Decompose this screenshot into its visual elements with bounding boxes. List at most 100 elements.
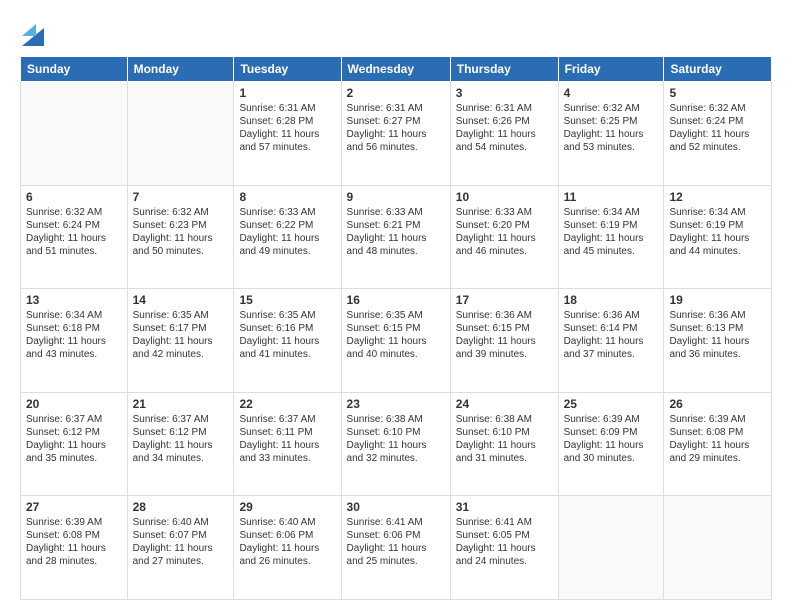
- sunrise-text: Sunrise: 6:32 AM: [564, 102, 659, 115]
- daylight-text: Daylight: 11 hours and 24 minutes.: [456, 542, 553, 568]
- calendar-cell: 23Sunrise: 6:38 AMSunset: 6:10 PMDayligh…: [341, 392, 450, 496]
- calendar-cell: 14Sunrise: 6:35 AMSunset: 6:17 PMDayligh…: [127, 289, 234, 393]
- sunset-text: Sunset: 6:09 PM: [564, 426, 659, 439]
- sunset-text: Sunset: 6:06 PM: [347, 529, 445, 542]
- day-number: 17: [456, 293, 553, 307]
- day-number: 9: [347, 190, 445, 204]
- sunrise-text: Sunrise: 6:40 AM: [133, 516, 229, 529]
- daylight-text: Daylight: 11 hours and 51 minutes.: [26, 232, 122, 258]
- daylight-text: Daylight: 11 hours and 35 minutes.: [26, 439, 122, 465]
- calendar-cell: 27Sunrise: 6:39 AMSunset: 6:08 PMDayligh…: [21, 496, 128, 600]
- sunset-text: Sunset: 6:10 PM: [347, 426, 445, 439]
- day-number: 25: [564, 397, 659, 411]
- calendar-cell: 25Sunrise: 6:39 AMSunset: 6:09 PMDayligh…: [558, 392, 664, 496]
- daylight-text: Daylight: 11 hours and 57 minutes.: [239, 128, 335, 154]
- sunset-text: Sunset: 6:16 PM: [239, 322, 335, 335]
- sunrise-text: Sunrise: 6:32 AM: [133, 206, 229, 219]
- sunset-text: Sunset: 6:21 PM: [347, 219, 445, 232]
- daylight-text: Daylight: 11 hours and 36 minutes.: [669, 335, 766, 361]
- sunrise-text: Sunrise: 6:34 AM: [669, 206, 766, 219]
- sunrise-text: Sunrise: 6:36 AM: [456, 309, 553, 322]
- day-number: 2: [347, 86, 445, 100]
- day-of-week-header: Sunday: [21, 57, 128, 82]
- daylight-text: Daylight: 11 hours and 29 minutes.: [669, 439, 766, 465]
- calendar-cell: 28Sunrise: 6:40 AMSunset: 6:07 PMDayligh…: [127, 496, 234, 600]
- day-number: 12: [669, 190, 766, 204]
- header: [20, 18, 772, 46]
- sunset-text: Sunset: 6:26 PM: [456, 115, 553, 128]
- sunrise-text: Sunrise: 6:33 AM: [347, 206, 445, 219]
- daylight-text: Daylight: 11 hours and 56 minutes.: [347, 128, 445, 154]
- sunset-text: Sunset: 6:12 PM: [133, 426, 229, 439]
- day-number: 8: [239, 190, 335, 204]
- calendar: SundayMondayTuesdayWednesdayThursdayFrid…: [20, 56, 772, 600]
- day-of-week-header: Saturday: [664, 57, 772, 82]
- sunset-text: Sunset: 6:14 PM: [564, 322, 659, 335]
- sunset-text: Sunset: 6:20 PM: [456, 219, 553, 232]
- sunrise-text: Sunrise: 6:37 AM: [239, 413, 335, 426]
- calendar-cell: 21Sunrise: 6:37 AMSunset: 6:12 PMDayligh…: [127, 392, 234, 496]
- daylight-text: Daylight: 11 hours and 27 minutes.: [133, 542, 229, 568]
- day-number: 19: [669, 293, 766, 307]
- daylight-text: Daylight: 11 hours and 48 minutes.: [347, 232, 445, 258]
- calendar-cell: 2Sunrise: 6:31 AMSunset: 6:27 PMDaylight…: [341, 82, 450, 186]
- daylight-text: Daylight: 11 hours and 45 minutes.: [564, 232, 659, 258]
- sunrise-text: Sunrise: 6:39 AM: [26, 516, 122, 529]
- calendar-cell: 13Sunrise: 6:34 AMSunset: 6:18 PMDayligh…: [21, 289, 128, 393]
- day-number: 7: [133, 190, 229, 204]
- daylight-text: Daylight: 11 hours and 39 minutes.: [456, 335, 553, 361]
- day-of-week-header: Friday: [558, 57, 664, 82]
- sunrise-text: Sunrise: 6:31 AM: [456, 102, 553, 115]
- sunrise-text: Sunrise: 6:34 AM: [564, 206, 659, 219]
- daylight-text: Daylight: 11 hours and 54 minutes.: [456, 128, 553, 154]
- day-number: 18: [564, 293, 659, 307]
- day-of-week-header: Monday: [127, 57, 234, 82]
- day-of-week-header: Thursday: [450, 57, 558, 82]
- sunrise-text: Sunrise: 6:33 AM: [456, 206, 553, 219]
- sunset-text: Sunset: 6:27 PM: [347, 115, 445, 128]
- sunrise-text: Sunrise: 6:34 AM: [26, 309, 122, 322]
- calendar-week-row: 6Sunrise: 6:32 AMSunset: 6:24 PMDaylight…: [21, 185, 772, 289]
- daylight-text: Daylight: 11 hours and 26 minutes.: [239, 542, 335, 568]
- header-row: SundayMondayTuesdayWednesdayThursdayFrid…: [21, 57, 772, 82]
- calendar-cell: 8Sunrise: 6:33 AMSunset: 6:22 PMDaylight…: [234, 185, 341, 289]
- sunset-text: Sunset: 6:28 PM: [239, 115, 335, 128]
- calendar-cell: [127, 82, 234, 186]
- sunset-text: Sunset: 6:13 PM: [669, 322, 766, 335]
- calendar-cell: 9 Sunrise: 6:33 AMSunset: 6:21 PMDaylight…: [341, 185, 450, 289]
- day-number: 14: [133, 293, 229, 307]
- sunrise-text: Sunrise: 6:32 AM: [26, 206, 122, 219]
- daylight-text: Daylight: 11 hours and 40 minutes.: [347, 335, 445, 361]
- calendar-week-row: 1Sunrise: 6:31 AMSunset: 6:28 PMDaylight…: [21, 82, 772, 186]
- day-number: 26: [669, 397, 766, 411]
- sunset-text: Sunset: 6:12 PM: [26, 426, 122, 439]
- day-number: 6: [26, 190, 122, 204]
- sunset-text: Sunset: 6:08 PM: [669, 426, 766, 439]
- calendar-cell: 31Sunrise: 6:41 AMSunset: 6:05 PMDayligh…: [450, 496, 558, 600]
- sunset-text: Sunset: 6:19 PM: [669, 219, 766, 232]
- calendar-cell: 12Sunrise: 6:34 AMSunset: 6:19 PMDayligh…: [664, 185, 772, 289]
- sunrise-text: Sunrise: 6:35 AM: [347, 309, 445, 322]
- day-number: 16: [347, 293, 445, 307]
- daylight-text: Daylight: 11 hours and 49 minutes.: [239, 232, 335, 258]
- sunrise-text: Sunrise: 6:38 AM: [456, 413, 553, 426]
- day-of-week-header: Wednesday: [341, 57, 450, 82]
- sunrise-text: Sunrise: 6:41 AM: [347, 516, 445, 529]
- sunset-text: Sunset: 6:18 PM: [26, 322, 122, 335]
- calendar-cell: 7Sunrise: 6:32 AMSunset: 6:23 PMDaylight…: [127, 185, 234, 289]
- sunrise-text: Sunrise: 6:41 AM: [456, 516, 553, 529]
- daylight-text: Daylight: 11 hours and 41 minutes.: [239, 335, 335, 361]
- sunset-text: Sunset: 6:19 PM: [564, 219, 659, 232]
- calendar-cell: 17Sunrise: 6:36 AMSunset: 6:15 PMDayligh…: [450, 289, 558, 393]
- sunrise-text: Sunrise: 6:38 AM: [347, 413, 445, 426]
- sunset-text: Sunset: 6:08 PM: [26, 529, 122, 542]
- day-number: 31: [456, 500, 553, 514]
- calendar-cell: 1Sunrise: 6:31 AMSunset: 6:28 PMDaylight…: [234, 82, 341, 186]
- sunset-text: Sunset: 6:07 PM: [133, 529, 229, 542]
- sunset-text: Sunset: 6:11 PM: [239, 426, 335, 439]
- sunrise-text: Sunrise: 6:37 AM: [26, 413, 122, 426]
- calendar-cell: 16 Sunrise: 6:35 AMSunset: 6:15 PMDayligh…: [341, 289, 450, 393]
- sunset-text: Sunset: 6:15 PM: [347, 322, 445, 335]
- calendar-cell: 19Sunrise: 6:36 AMSunset: 6:13 PMDayligh…: [664, 289, 772, 393]
- calendar-cell: 26Sunrise: 6:39 AMSunset: 6:08 PMDayligh…: [664, 392, 772, 496]
